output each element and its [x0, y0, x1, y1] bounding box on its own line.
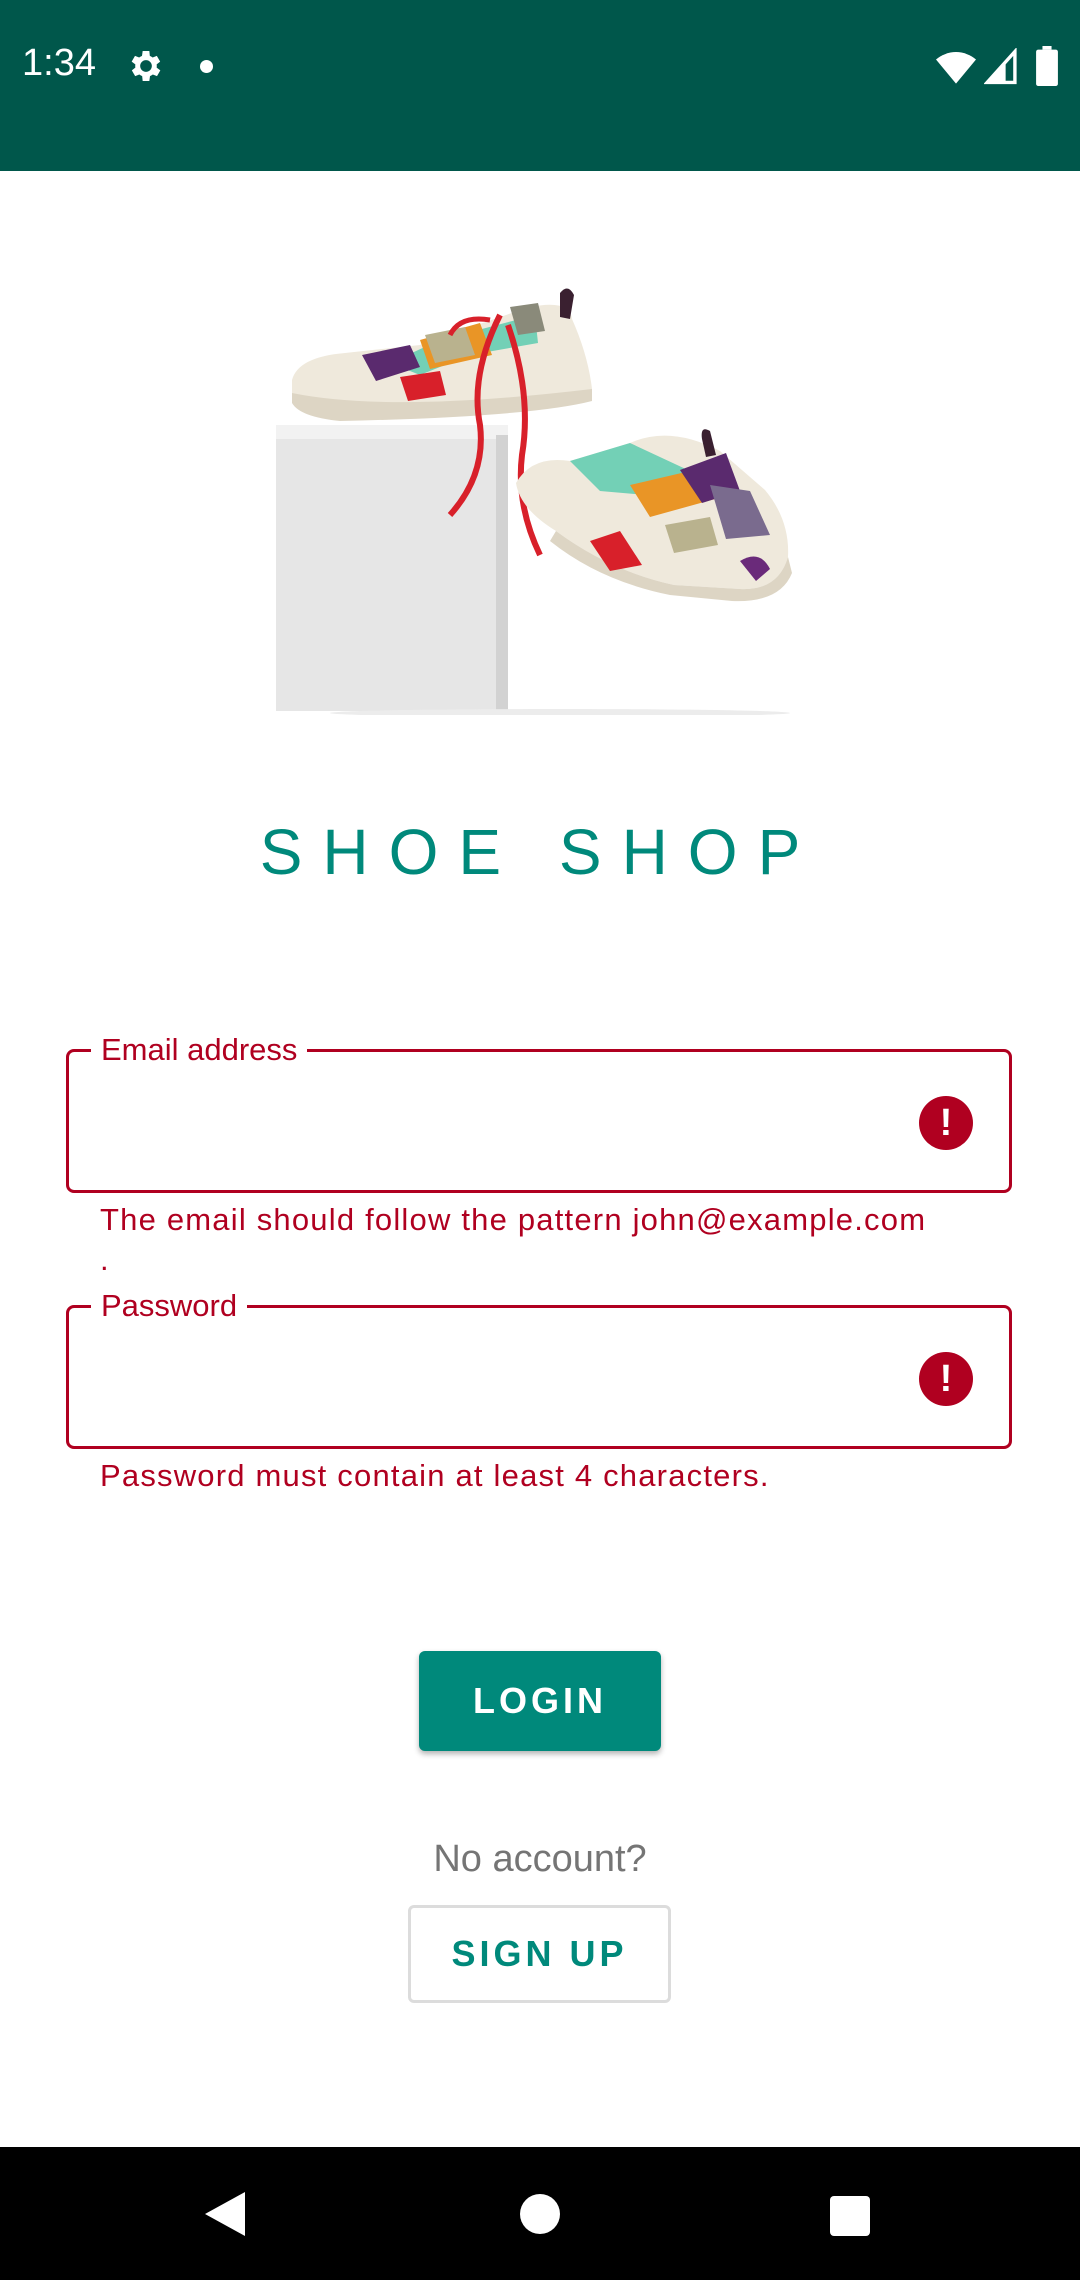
shoes-hero-image: [276, 288, 792, 715]
wifi-icon: [936, 52, 976, 84]
battery-icon: [1036, 46, 1058, 86]
error-icon: !: [919, 1352, 973, 1406]
email-field[interactable]: Email address !: [66, 1030, 1012, 1193]
gear-icon: [131, 51, 161, 81]
password-error-text: Password must contain at least 4 charact…: [100, 1458, 770, 1493]
notification-dot-icon: [200, 60, 213, 73]
no-account-text: No account?: [433, 1838, 647, 1880]
error-icon: !: [919, 1096, 973, 1150]
signal-icon: [984, 48, 1017, 85]
password-field[interactable]: Password !: [66, 1286, 1012, 1449]
password-input[interactable]: [99, 1348, 883, 1410]
app-title: SHOE SHOP: [259, 816, 821, 888]
email-input[interactable]: [99, 1092, 883, 1154]
status-bar: 1:34: [0, 0, 1080, 171]
recent-apps-icon[interactable]: [830, 2196, 870, 2236]
home-icon[interactable]: [520, 2194, 560, 2234]
email-field-label: Email address: [91, 1030, 308, 1070]
back-icon[interactable]: [204, 2192, 246, 2236]
signup-button[interactable]: SIGN UP: [408, 1905, 671, 2003]
email-error-text: The email should follow the pattern john…: [100, 1202, 927, 1277]
status-time: 1:34: [22, 42, 96, 84]
login-button[interactable]: LOGIN: [419, 1651, 661, 1751]
password-field-label: Password: [91, 1286, 248, 1326]
